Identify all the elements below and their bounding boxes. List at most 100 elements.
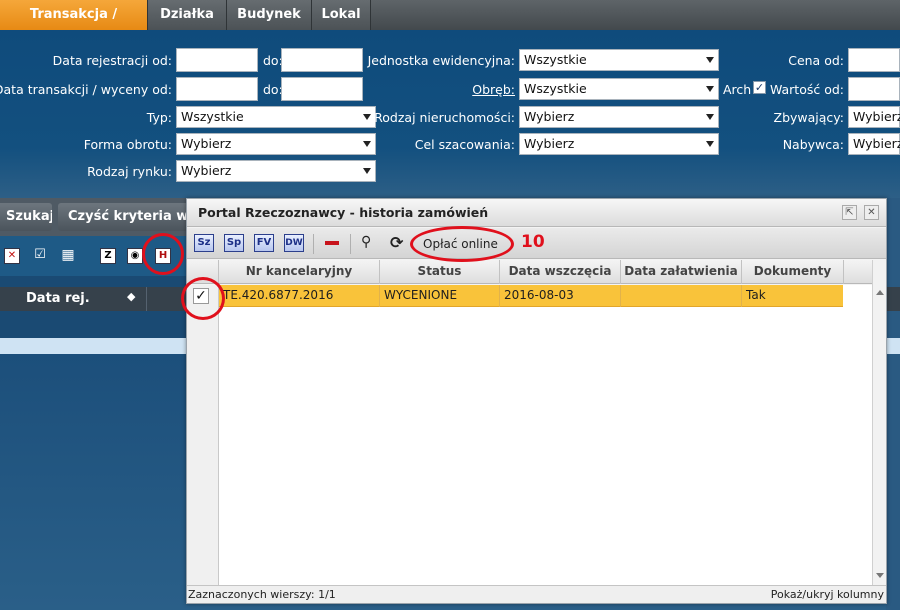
data-rejestracji-od-input[interactable] (176, 48, 258, 72)
sp-button[interactable]: Sp (224, 234, 244, 252)
annotation-number: 10 (521, 232, 545, 252)
tab-transakcja-wycena[interactable]: Transakcja / Wycena (0, 0, 148, 52)
order-history-window: Portal Rzeczoznawcy - historia zamówień … (186, 198, 887, 604)
czysc-kryteria-button[interactable]: Czyść kryteria wys (58, 203, 198, 231)
forma-obrotu-select[interactable]: Wybierz (176, 133, 376, 155)
zbywajacy-select[interactable]: Wybierz (848, 106, 900, 128)
vertical-scrollbar[interactable] (872, 260, 886, 585)
cell-data-wszczecia: 2016-08-03 (500, 285, 621, 307)
top-tab-bar: Transakcja / Wycena Działka Budynek Loka… (0, 0, 900, 52)
column-header-data-wszczecia[interactable]: Data wszczęcia (500, 260, 621, 284)
table-row[interactable]: TE.420.6877.2016 WYCENIONE 2016-08-03 Ta… (219, 285, 843, 307)
annotation-circle-h (142, 233, 184, 275)
chevron-down-icon (363, 114, 371, 120)
z-report-icon[interactable]: Z (100, 248, 116, 264)
data-rejestracji-label: Data rejestracji od: (52, 53, 172, 68)
cena-od-input[interactable] (848, 48, 900, 72)
wartosc-od-label: Wartość od: (769, 82, 844, 97)
camera-icon[interactable]: ◉ (127, 248, 143, 264)
chevron-down-icon (706, 86, 714, 92)
rodzaj-nieruchomosci-label: Rodzaj nieruchomości: (374, 110, 515, 125)
window-title: Portal Rzeczoznawcy - historia zamówień (198, 205, 489, 220)
do-label: do: (263, 82, 283, 97)
rodzaj-rynku-select[interactable]: Wybierz (176, 160, 376, 182)
chevron-down-icon (363, 141, 371, 147)
tab-lokal[interactable]: Lokal (312, 0, 371, 30)
refresh-icon[interactable]: ⟳ (390, 233, 403, 252)
check-all-icon[interactable]: ☑ (32, 248, 48, 264)
scroll-down-icon[interactable] (876, 573, 884, 578)
cell-status: WYCENIONE (380, 285, 500, 307)
zbywajacy-label: Zbywający: (773, 110, 844, 125)
zbywajacy-value: Wybierz (853, 109, 900, 124)
remove-icon[interactable] (325, 241, 339, 245)
toolbar-separator (313, 234, 314, 254)
scroll-up-icon[interactable] (876, 290, 884, 295)
fv-button[interactable]: FV (254, 234, 274, 252)
obreb-select[interactable]: Wszystkie (519, 78, 719, 100)
rodzaj-rynku-value: Wybierz (181, 163, 232, 178)
obreb-label[interactable]: Obręb: (472, 82, 515, 97)
forma-obrotu-value: Wybierz (181, 136, 232, 151)
chevron-down-icon (706, 114, 714, 120)
grid-header: Data rej. ◆ (0, 287, 190, 311)
column-header-dokumenty[interactable]: Dokumenty (742, 260, 844, 284)
toggle-columns-link[interactable]: Pokaż/ukryj kolumny (771, 588, 884, 601)
background-grid-right (886, 198, 900, 610)
data-rejestracji-do-input[interactable] (281, 48, 363, 72)
delete-icon[interactable]: ✕ (4, 248, 20, 264)
close-icon[interactable]: ✕ (864, 205, 879, 220)
grid-row-fragment (886, 338, 900, 354)
cel-szacowania-select[interactable]: Wybierz (519, 133, 719, 155)
rodzaj-nieruchomosci-value: Wybierz (524, 109, 575, 124)
nabywca-value: Wybierz (853, 136, 900, 151)
arch-checkbox[interactable]: ✓ (753, 81, 766, 94)
jednostka-label: Jednostka ewidencyjna: (367, 53, 515, 68)
wartosc-od-input[interactable] (848, 77, 900, 101)
obreb-value: Wszystkie (524, 81, 587, 96)
szukaj-button[interactable]: Szukaj (0, 203, 52, 231)
filter-panel: Data rejestracji od: do: Data transakcji… (0, 30, 900, 198)
selected-rows-count: Zaznaczonych wierszy: 1/1 (188, 588, 336, 601)
annotation-circle-pay-online (410, 226, 514, 262)
data-rej-column-header[interactable]: Data rej. (26, 291, 90, 306)
window-toolbar: Sz Sp FV DW ⚲ ⟳ Opłać online 10 (187, 228, 886, 259)
nabywca-select[interactable]: Wybierz (848, 133, 900, 155)
cena-od-label: Cena od: (788, 53, 844, 68)
annotation-circle-row-checkbox (181, 277, 225, 320)
cel-szacowania-label: Cel szacowania: (414, 137, 515, 152)
data-transakcji-do-input[interactable] (281, 77, 363, 101)
obreb-link[interactable]: Obręb: (472, 82, 515, 97)
tab-budynek[interactable]: Budynek (227, 0, 312, 30)
sz-button[interactable]: Sz (194, 234, 214, 252)
column-header-status[interactable]: Status (380, 260, 500, 284)
arch-label: Arch (723, 82, 752, 97)
cell-nr-kancelaryjny: TE.420.6877.2016 (219, 285, 380, 307)
jednostka-select[interactable]: Wszystkie (519, 49, 719, 71)
rodzaj-nieruchomosci-select[interactable]: Wybierz (519, 106, 719, 128)
cel-szacowania-value: Wybierz (524, 136, 575, 151)
chevron-down-icon (706, 141, 714, 147)
column-header-nr-kancelaryjny[interactable]: Nr kancelaryjny (219, 260, 380, 284)
tab-dzialka[interactable]: Działka (148, 0, 227, 30)
data-transakcji-label: Data transakcji / wyceny od: (0, 82, 172, 97)
cell-data-zalatwienia (621, 285, 742, 307)
search-button-strip: Szukaj Czyść kryteria wys (0, 198, 198, 236)
maximize-icon[interactable]: ⇱ (842, 205, 857, 220)
window-status-bar: Zaznaczonych wierszy: 1/1 Pokaż/ukryj ko… (187, 585, 886, 603)
rodzaj-rynku-label: Rodzaj rynku: (87, 164, 172, 179)
column-divider (146, 287, 147, 311)
column-header-data-zalatwienia[interactable]: Data załatwienia (621, 260, 742, 284)
typ-value: Wszystkie (181, 109, 244, 124)
grid-row (0, 311, 190, 338)
typ-select[interactable]: Wszystkie (176, 106, 376, 128)
data-transakcji-od-input[interactable] (176, 77, 258, 101)
dw-button[interactable]: DW (284, 234, 304, 252)
forma-obrotu-label: Forma obrotu: (83, 137, 172, 152)
grid-layout-icon[interactable]: ▦ (60, 248, 76, 264)
binoculars-icon[interactable]: ⚲ (361, 234, 371, 250)
table-header: Nr kancelaryjny Status Data wszczęcia Da… (187, 260, 872, 284)
sort-icon[interactable]: ◆ (127, 290, 135, 303)
cell-dokumenty: Tak (746, 288, 766, 302)
nabywca-label: Nabywca: (782, 137, 844, 152)
